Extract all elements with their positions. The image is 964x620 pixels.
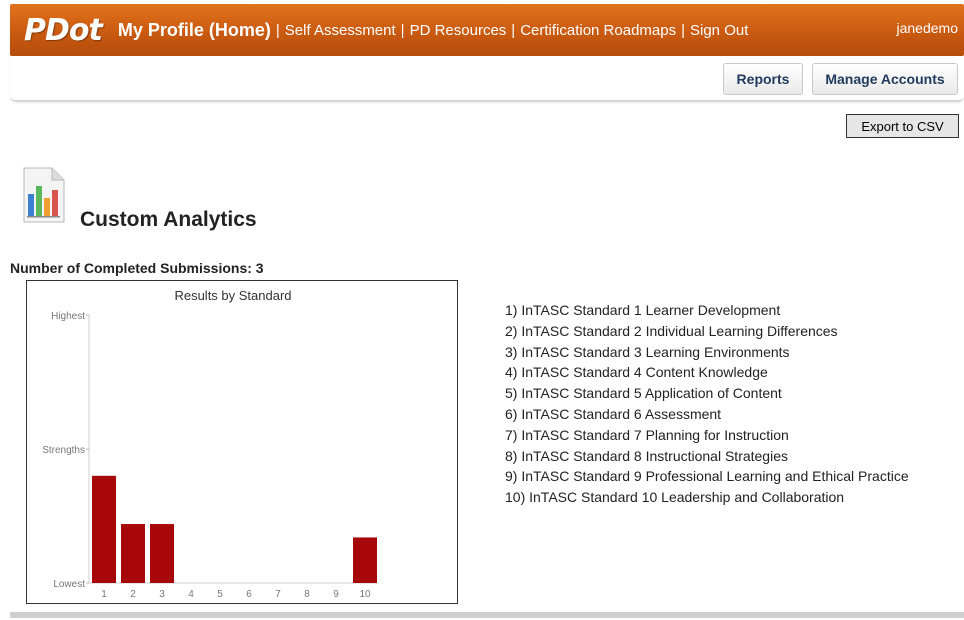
x-tick-label: 2 (130, 589, 136, 600)
x-tick-label: 4 (188, 589, 194, 600)
nav-separator: | (400, 21, 405, 39)
standard-item: 7) InTASC Standard 7 Planning for Instru… (505, 426, 789, 443)
x-tick-label: 6 (246, 589, 252, 600)
bar-chart-document-icon (20, 166, 68, 224)
top-nav-bar: PDot My Profile (Home) | Self Assessment… (10, 4, 964, 56)
y-tick-label: Lowest (53, 579, 85, 590)
y-tick-label: Strengths (42, 445, 85, 456)
standard-item: 3) InTASC Standard 3 Learning Environmen… (505, 343, 790, 360)
page-footer-bar (10, 612, 964, 618)
page-title: Custom Analytics (80, 208, 257, 231)
nav-pd-resources-link[interactable]: PD Resources (410, 22, 507, 39)
x-tick-label: 3 (159, 589, 165, 600)
nav-separator: | (511, 21, 516, 39)
results-chart: Results by Standard Lowest Strengths Highes… (26, 280, 458, 604)
x-tick-label: 10 (359, 589, 371, 600)
app-logo[interactable]: PDot (24, 13, 103, 48)
results-chart-svg: Results by Standard Lowest Strengths Highes… (42, 288, 377, 600)
nav-certification-roadmaps-link[interactable]: Certification Roadmaps (520, 22, 676, 39)
standard-item: 5) InTASC Standard 5 Application of Cont… (505, 385, 782, 402)
standards-legend: 1) InTASC Standard 1 Learner Development… (505, 300, 909, 508)
x-tick-label: 8 (304, 589, 310, 600)
chart-title: Results by Standard (174, 288, 291, 303)
bar-standard-1 (92, 475, 116, 583)
standard-item: 6) InTASC Standard 6 Assessment (505, 405, 722, 422)
reports-button[interactable]: Reports (723, 63, 803, 95)
standard-item: 2) InTASC Standard 2 Individual Learning… (505, 322, 838, 339)
x-tick-label: 7 (275, 589, 281, 600)
standard-item: 8) InTASC Standard 8 Instructional Strat… (505, 447, 788, 464)
nav-home-link[interactable]: My Profile (Home) (118, 20, 271, 41)
completed-submissions-label: Number of Completed Submissions: 3 (10, 260, 264, 276)
bar-standard-10 (353, 537, 377, 583)
nav-sign-out-link[interactable]: Sign Out (690, 22, 748, 39)
bar-standard-3 (150, 524, 174, 583)
nav-separator: | (681, 21, 685, 39)
standard-item: 4) InTASC Standard 4 Content Knowledge (505, 364, 768, 381)
nav-self-assessment-link[interactable]: Self Assessment (285, 22, 396, 39)
main-nav: My Profile (Home) | Self Assessment | PD… (118, 20, 749, 41)
x-tick-label: 1 (101, 589, 107, 600)
x-tick-label: 5 (217, 589, 223, 600)
export-csv-button[interactable]: Export to CSV (846, 114, 959, 138)
standard-item: 10) InTASC Standard 10 Leadership and Co… (505, 489, 845, 506)
standard-item: 1) InTASC Standard 1 Learner Development (505, 302, 781, 318)
x-tick-label: 9 (333, 589, 339, 600)
standard-item: 9) InTASC Standard 9 Professional Learni… (505, 468, 909, 485)
username[interactable]: janedemo (897, 20, 959, 36)
bar-standard-2 (121, 524, 145, 583)
secondary-toolbar: Reports Manage Accounts (10, 56, 964, 102)
nav-separator: | (275, 21, 280, 39)
y-tick-label: Highest (51, 311, 85, 322)
manage-accounts-button[interactable]: Manage Accounts (812, 63, 958, 95)
